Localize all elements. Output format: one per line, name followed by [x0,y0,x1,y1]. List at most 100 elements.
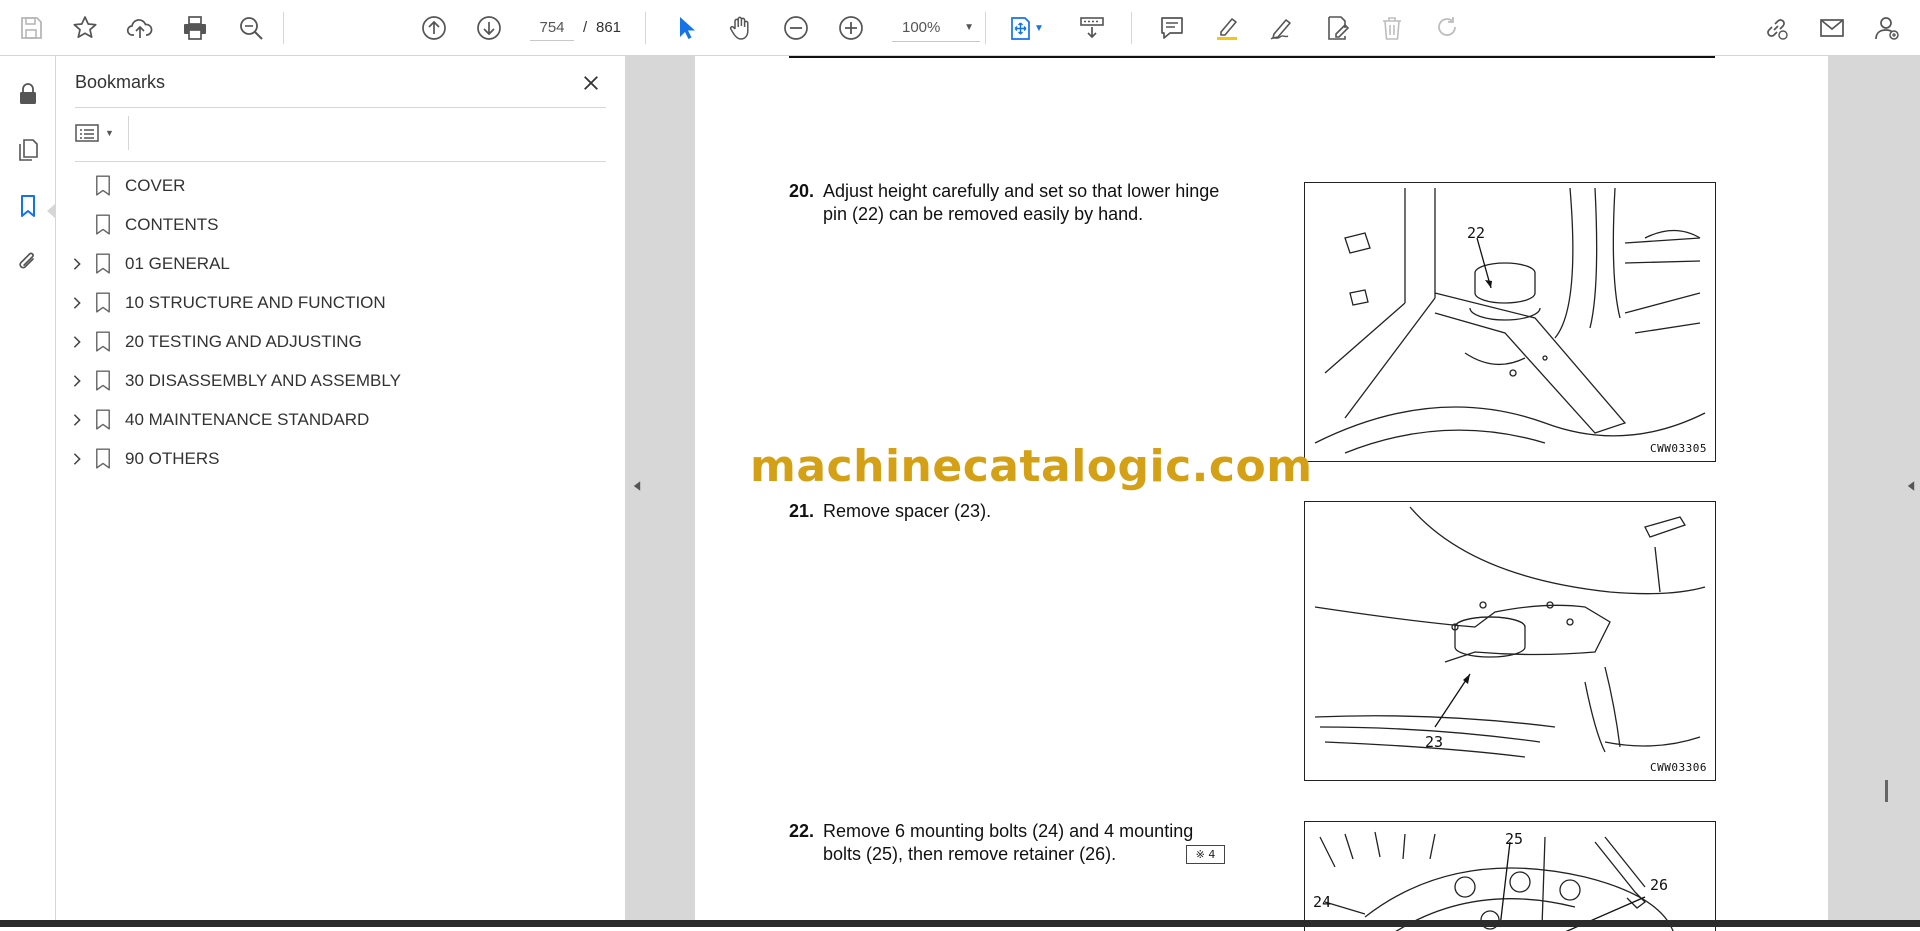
edit-text-icon[interactable] [1319,10,1355,46]
email-icon[interactable] [1814,10,1850,46]
lock-icon[interactable] [10,76,46,112]
account-icon[interactable] [1869,10,1905,46]
toolbar-divider [283,12,284,44]
zoom-search-icon[interactable] [233,10,269,46]
divider [75,107,606,108]
chevron-down-icon: ▼ [105,128,114,138]
bookmark-icon[interactable] [10,188,46,224]
link-icon[interactable] [1758,10,1794,46]
zoom-select[interactable]: 100% ▼ [892,14,980,42]
hand-icon[interactable] [723,10,759,46]
step-text-line: bolts (25), then remove retainer (26). [823,844,1117,864]
trash-icon[interactable] [1374,10,1410,46]
step-text-line: pin (22) can be removed easily by hand. [823,204,1144,224]
figure-hinge-pin: 22 CWW03305 [1304,182,1716,462]
watermark-text: machinecatalogic.com [750,441,1313,492]
collapse-right-panel-icon[interactable] [1904,476,1918,496]
chevron-down-icon[interactable]: ▼ [1028,10,1050,46]
panel-title: Bookmarks [75,72,166,92]
figure-spacer: 23 CWW03306 [1304,501,1716,781]
bookmark-label: 30 DISASSEMBLY AND ASSEMBLY [125,371,401,390]
bookmark-label: COVER [125,176,186,195]
bookmark-item[interactable]: CONTENTS [56,207,626,243]
bookmark-icon [94,213,112,237]
rail-pointer [47,204,55,218]
collapse-panel-icon[interactable] [630,476,644,496]
save-icon[interactable] [13,10,49,46]
bookmark-label: 10 STRUCTURE AND FUNCTION [125,293,386,312]
bookmark-item[interactable]: 30 DISASSEMBLY AND ASSEMBLY [56,363,626,399]
scroll-mode-icon[interactable] [1074,10,1110,46]
chevron-right-icon[interactable] [69,451,85,467]
bookmark-item[interactable]: 40 MAINTENANCE STANDARD [56,402,626,438]
page-total: 861 [596,19,622,36]
chevron-right-icon[interactable] [69,256,85,272]
bookmark-item[interactable]: 20 TESTING AND ADJUSTING [56,324,626,360]
figure-code: CWW03305 [1650,442,1707,455]
vertical-scrollbar[interactable] [1882,56,1894,920]
divider [128,116,129,150]
bookmark-icon [94,369,112,393]
figure-callout: 25 [1505,830,1523,848]
arrow-up-circle-icon[interactable] [416,10,452,46]
figure-callout: 22 [1467,224,1485,242]
reference-tag: ※ 4 [1186,845,1225,864]
attachment-icon[interactable] [10,244,46,280]
bookmark-icon [94,291,112,315]
list-options-icon [75,124,99,142]
chevron-right-icon[interactable] [69,295,85,311]
toolbar-divider [645,12,646,44]
bookmark-item[interactable]: 01 GENERAL [56,246,626,282]
figure-code: CWW03306 [1650,761,1707,774]
document-viewer[interactable]: 20. Adjust height carefully and set so t… [626,56,1920,931]
main-toolbar: / 861 100% ▼ ▼ [0,0,1920,56]
bookmark-icon [94,330,112,354]
page-number-input[interactable] [530,15,574,41]
figure-retainer: 25 26 24 [1304,821,1716,931]
bookmark-label: 20 TESTING AND ADJUSTING [125,332,362,351]
chevron-right-icon[interactable] [69,373,85,389]
minus-circle-icon[interactable] [778,10,814,46]
highlight-pen-icon[interactable] [1209,10,1245,46]
print-icon[interactable] [177,10,213,46]
figure-callout: 26 [1650,876,1668,894]
bookmark-label: 40 MAINTENANCE STANDARD [125,410,370,429]
cloud-upload-icon[interactable] [122,10,158,46]
arrow-down-circle-icon[interactable] [471,10,507,46]
figure-callout: 23 [1425,733,1443,751]
star-icon[interactable] [67,10,103,46]
pdf-page: 20. Adjust height carefully and set so t… [695,56,1828,931]
bookmarks-panel: Bookmarks ▼ COVER CONTENTS 01 GENERAL 10… [56,56,626,927]
bookmark-icon [94,408,112,432]
step-number: 22. [789,821,815,841]
window-bottom-edge [0,920,1920,927]
redo-icon[interactable] [1429,10,1465,46]
technical-drawing: 25 26 24 [1313,830,1674,931]
bookmark-item[interactable]: COVER [56,168,626,204]
plus-circle-icon[interactable] [833,10,869,46]
bookmark-options-button[interactable]: ▼ [75,118,123,148]
left-rail [0,56,56,927]
bookmark-label: 90 OTHERS [125,449,220,468]
pages-icon[interactable] [10,132,46,168]
close-icon[interactable] [576,68,606,98]
bookmark-icon [94,447,112,471]
chevron-right-icon[interactable] [69,412,85,428]
comment-icon[interactable] [1154,10,1190,46]
chevron-right-icon[interactable] [69,334,85,350]
bookmark-item[interactable]: 90 OTHERS [56,441,626,477]
bookmark-icon [94,252,112,276]
cursor-arrow-icon[interactable] [668,10,704,46]
step-number: 21. [789,501,815,521]
bookmark-item[interactable]: 10 STRUCTURE AND FUNCTION [56,285,626,321]
bookmark-icon [94,174,112,198]
step-text-line: Adjust height carefully and set so that … [823,181,1220,201]
toolbar-divider [985,12,986,44]
page-rule [789,56,1715,58]
step-number: 20. [789,181,815,201]
page-separator: / [583,19,588,36]
bookmark-label: 01 GENERAL [125,254,230,273]
step-text-line: Remove 6 mounting bolts (24) and 4 mount… [823,821,1194,841]
scrollbar-thumb[interactable] [1885,780,1888,802]
draw-pen-icon[interactable] [1264,10,1300,46]
